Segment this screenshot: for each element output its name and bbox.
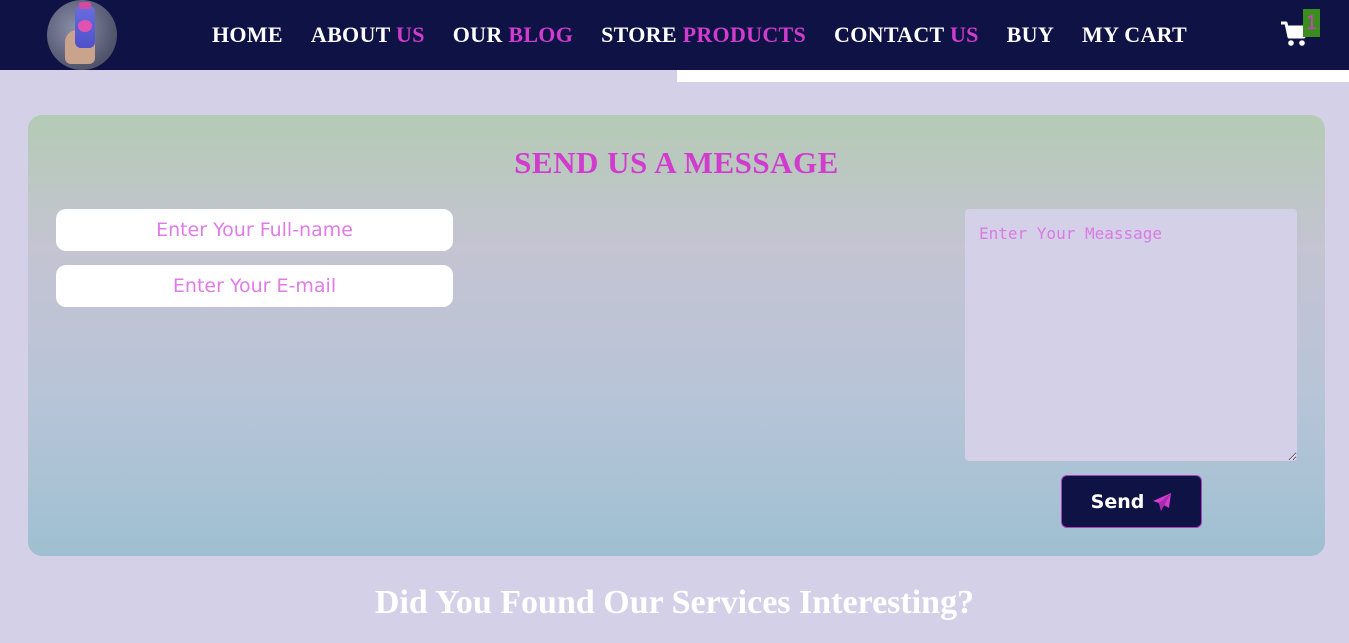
cart-count-badge: 1 <box>1303 9 1320 37</box>
nav-my-cart[interactable]: MY CART <box>1068 22 1201 48</box>
logo-bottle-cap <box>79 2 91 9</box>
logo-bottle-label <box>78 20 92 32</box>
email-input[interactable] <box>56 265 453 307</box>
full-name-input[interactable] <box>56 209 453 251</box>
nav-buy[interactable]: BUY <box>993 22 1068 48</box>
nav-store-products[interactable]: STORE PRODUCTS <box>587 22 820 48</box>
contact-form-card: SEND US A MESSAGE Send <box>28 115 1325 556</box>
header-divider-strip <box>677 70 1349 82</box>
send-button[interactable]: Send <box>1061 475 1202 528</box>
send-button-label: Send <box>1090 490 1145 513</box>
navbar: HOME ABOUT US OUR BLOG STORE PRODUCTS CO… <box>0 0 1349 70</box>
site-logo[interactable] <box>47 0 117 70</box>
main-nav: HOME ABOUT US OUR BLOG STORE PRODUCTS CO… <box>198 0 1201 70</box>
nav-about-us[interactable]: ABOUT US <box>297 22 439 48</box>
message-textarea[interactable] <box>965 209 1297 461</box>
services-question-heading: Did You Found Our Services Interesting? <box>374 584 975 621</box>
form-title: SEND US A MESSAGE <box>514 145 839 180</box>
nav-our-blog[interactable]: OUR BLOG <box>439 22 587 48</box>
nav-home[interactable]: HOME <box>198 22 297 48</box>
nav-contact-us[interactable]: CONTACT US <box>820 22 993 48</box>
paper-plane-icon <box>1153 492 1172 511</box>
